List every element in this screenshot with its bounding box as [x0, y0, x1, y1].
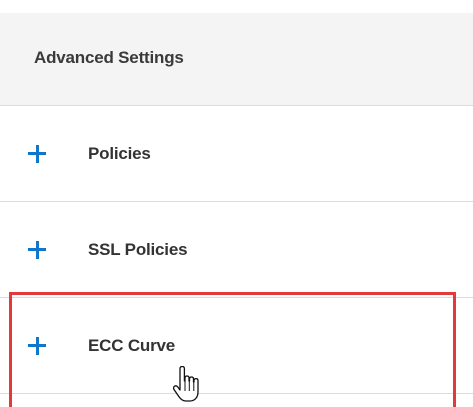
- expand-ecc-curve-row[interactable]: ECC Curve: [0, 298, 473, 394]
- panel-title: Advanced Settings: [34, 48, 184, 67]
- expand-policies-row[interactable]: Policies: [0, 106, 473, 202]
- expand-ssl-policies-row[interactable]: SSL Policies: [0, 202, 473, 298]
- advanced-settings-header: Advanced Settings: [0, 13, 473, 106]
- policies-label: Policies: [88, 144, 151, 163]
- plus-icon[interactable]: [28, 145, 46, 163]
- plus-icon[interactable]: [28, 241, 46, 259]
- plus-icon[interactable]: [28, 337, 46, 355]
- ssl-policies-label: SSL Policies: [88, 240, 188, 259]
- ecc-curve-label: ECC Curve: [88, 336, 176, 355]
- row-divider: [0, 393, 473, 394]
